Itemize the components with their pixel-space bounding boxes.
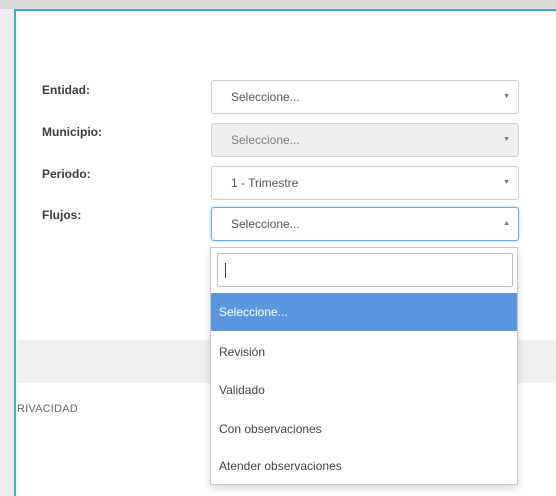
- chevron-down-icon: ▼: [503, 179, 510, 186]
- chevron-up-icon: ▲: [503, 220, 510, 227]
- dropdown-search-input[interactable]: [217, 253, 513, 287]
- entidad-select-value: Seleccione...: [231, 90, 300, 104]
- chevron-down-icon: ▼: [503, 93, 510, 100]
- municipio-select: Seleccione... ▼: [211, 123, 519, 157]
- window-top-strip: [0, 0, 556, 9]
- entidad-select[interactable]: Seleccione... ▼: [211, 80, 519, 114]
- flujos-dropdown-menu: Seleccione... Revisión Validado Con obse…: [210, 247, 518, 485]
- text-cursor: [225, 263, 226, 278]
- privacy-link[interactable]: RIVACIDAD: [17, 403, 78, 415]
- chevron-down-icon: ▼: [503, 136, 510, 143]
- periodo-label: Periodo:: [42, 167, 91, 181]
- entidad-label: Entidad:: [42, 83, 90, 97]
- flujos-select-value: Seleccione...: [231, 217, 300, 231]
- periodo-select-value: 1 - Trimestre: [231, 176, 299, 190]
- dropdown-option-atender-observaciones[interactable]: Atender observaciones: [211, 447, 517, 485]
- dropdown-option-seleccione[interactable]: Seleccione...: [211, 293, 517, 331]
- periodo-select[interactable]: 1 - Trimestre ▼: [211, 166, 519, 200]
- flujos-select[interactable]: Seleccione... ▲: [211, 207, 519, 241]
- flujos-label: Flujos:: [42, 208, 82, 222]
- dropdown-option-revision[interactable]: Revisión: [211, 333, 517, 371]
- municipio-select-value: Seleccione...: [231, 133, 300, 147]
- dropdown-option-con-observaciones[interactable]: Con observaciones: [211, 410, 517, 448]
- dropdown-option-validado[interactable]: Validado: [211, 371, 517, 409]
- municipio-label: Municipio:: [42, 125, 102, 139]
